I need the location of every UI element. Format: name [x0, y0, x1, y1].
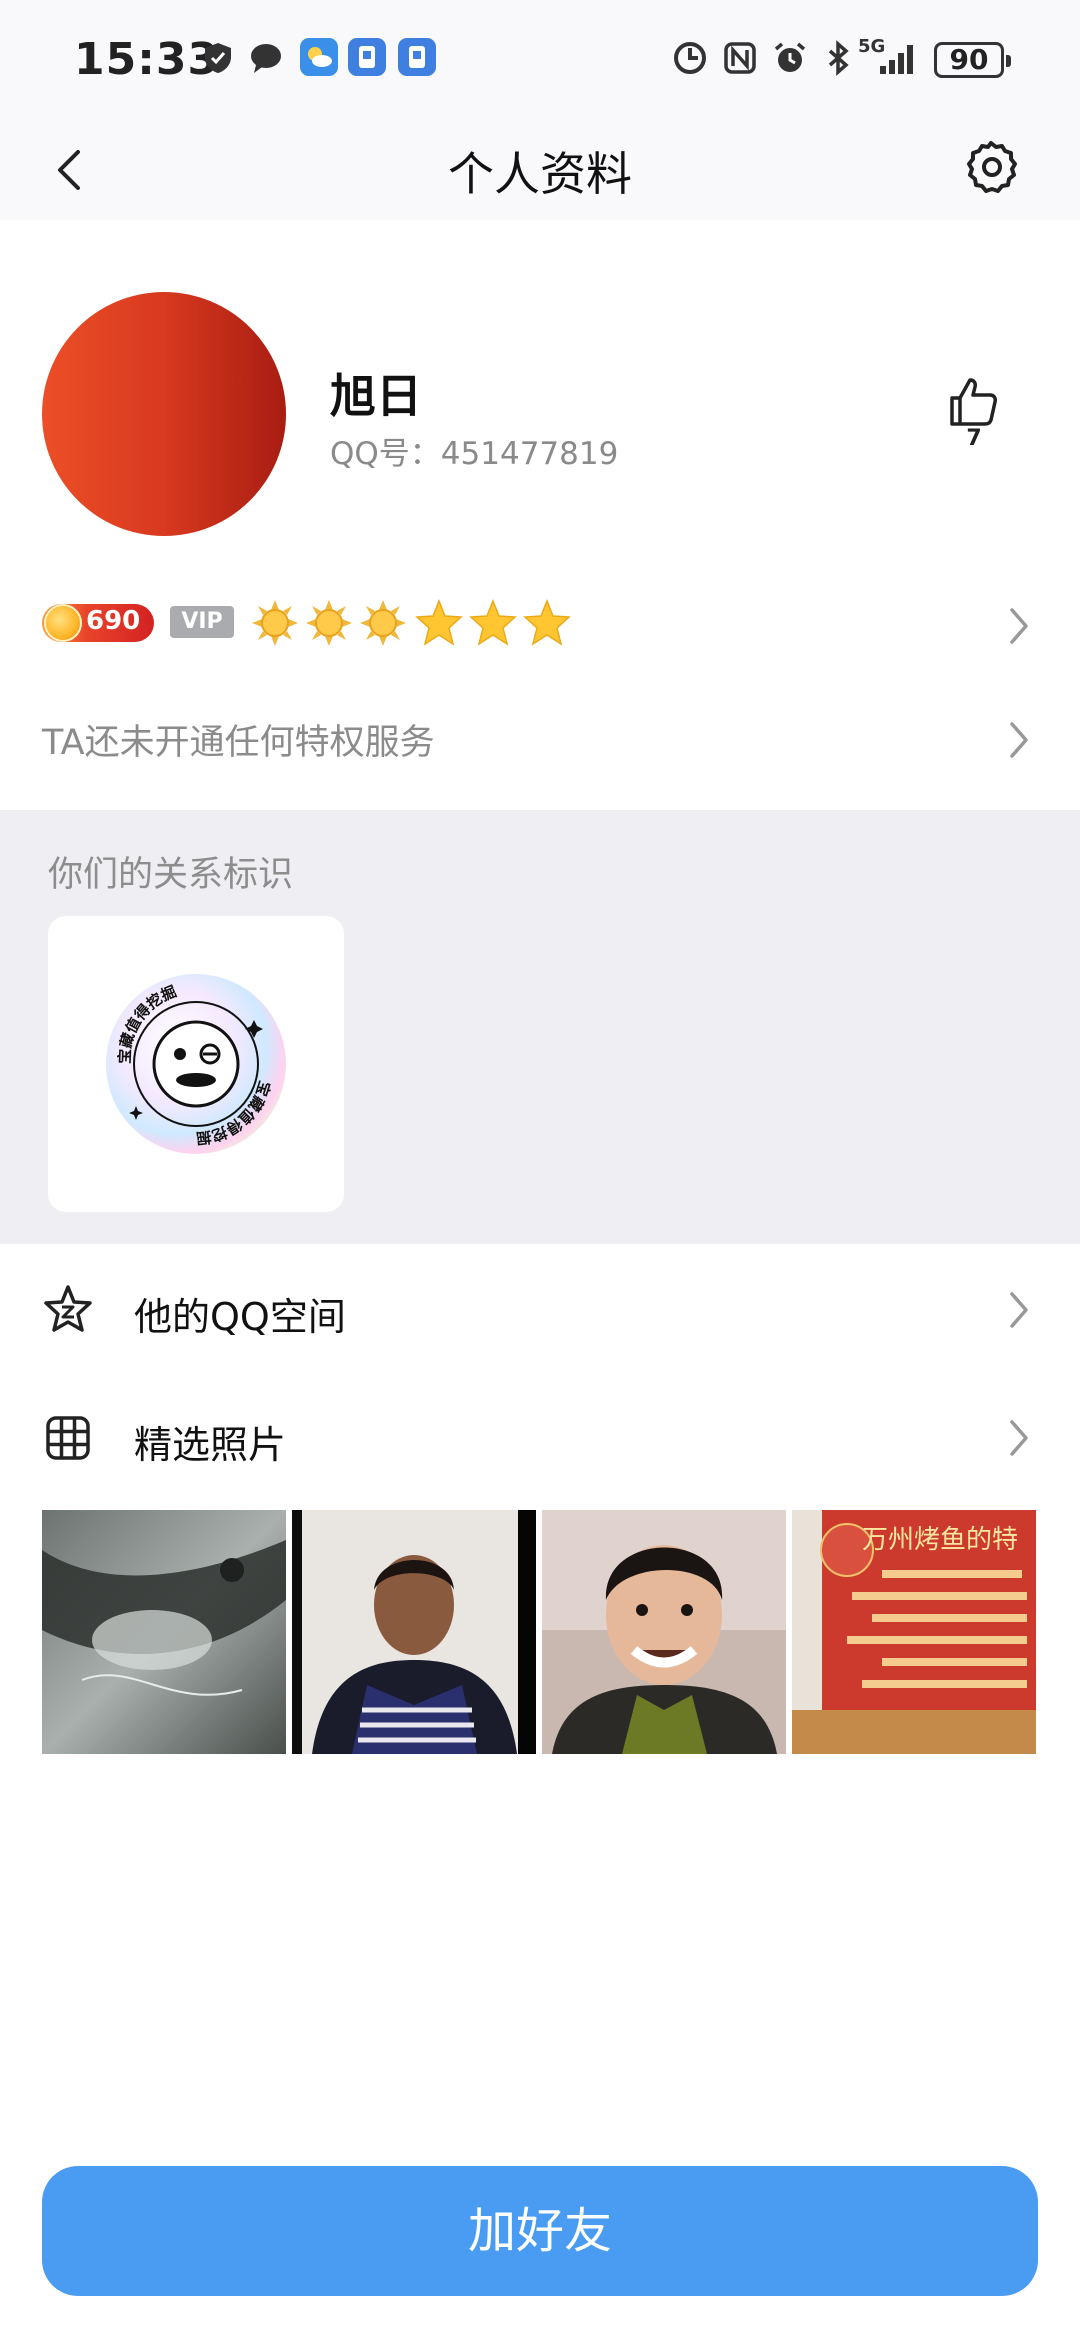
photo-sign[interactable]: 万州烤鱼的特 [792, 1510, 1036, 1754]
privilege-row[interactable]: TA还未开通任何特权服务 [0, 700, 1080, 780]
grid-icon [46, 1416, 90, 1460]
sun-icon [252, 600, 298, 646]
star-outline-icon [44, 1285, 92, 1332]
chevron-left-icon[interactable] [44, 140, 104, 200]
qzone-row[interactable]: 他的QQ空间 [0, 1256, 1080, 1366]
thumbs-up-icon[interactable] [944, 372, 1004, 432]
app-notification-icon [348, 38, 386, 76]
photo-sign-title: 万州烤鱼的特 [862, 1525, 1018, 1555]
data-saver-icon [674, 42, 706, 74]
chat-bubble-icon [251, 44, 281, 73]
photo-man[interactable] [292, 1510, 536, 1754]
coin-icon [44, 604, 82, 642]
chevron-right-icon [1010, 722, 1028, 758]
battery-icon: 90 [934, 42, 1011, 78]
relationship-sticker-icon: 宝藏值得挖掘 宝藏值得挖掘 [106, 974, 286, 1154]
chevron-right-icon [1010, 608, 1028, 644]
photo-child[interactable] [542, 1510, 786, 1754]
nfc-icon [724, 42, 756, 74]
star-icon [469, 598, 517, 646]
shield-icon [205, 43, 231, 73]
add-friend-button[interactable]: 加好友 [42, 2166, 1038, 2296]
featured-photos-row[interactable]: 精选照片 [0, 1384, 1080, 1494]
relationship-section: 你们的关系标识 宝藏值得挖掘 宝藏值得挖掘 [0, 810, 1080, 1244]
status-bar: 15:33 5G 90 [0, 0, 1080, 120]
photo-cave[interactable] [42, 1510, 286, 1754]
photo-strip: 万州烤鱼的特 [42, 1510, 1036, 1754]
chevron-right-icon [1010, 1292, 1028, 1328]
status-time: 15:33 [74, 34, 220, 85]
gear-icon[interactable] [962, 138, 1020, 196]
star-icon [415, 598, 463, 646]
sun-icon [360, 600, 406, 646]
featured-photos-label: 精选照片 [134, 1423, 287, 1467]
avatar[interactable] [42, 292, 286, 536]
page-title: 个人资料 [448, 147, 632, 201]
level-value: 690 [86, 606, 141, 636]
nav-bar: 个人资料 [0, 120, 1080, 220]
vip-badge: VIP [170, 606, 234, 638]
level-row[interactable]: 690 VIP [0, 590, 1080, 662]
qq-number: QQ号：451477819 [330, 436, 619, 472]
privilege-text: TA还未开通任何特权服务 [42, 723, 435, 763]
level-badge: 690 [42, 604, 154, 642]
profile-name: 旭日 [330, 369, 422, 423]
bluetooth-icon [828, 40, 849, 76]
relationship-card[interactable]: 宝藏值得挖掘 宝藏值得挖掘 [48, 916, 344, 1212]
weather-icon [300, 38, 338, 76]
signal-icon [880, 45, 913, 74]
relationship-title: 你们的关系标识 [48, 855, 294, 895]
alarm-icon [774, 42, 806, 72]
qzone-label: 他的QQ空间 [134, 1295, 346, 1339]
app-notification-icon [398, 38, 436, 76]
chevron-right-icon [1010, 1420, 1028, 1456]
star-icon [523, 598, 571, 646]
sun-icon [306, 600, 352, 646]
like-count: 7 [966, 426, 982, 451]
